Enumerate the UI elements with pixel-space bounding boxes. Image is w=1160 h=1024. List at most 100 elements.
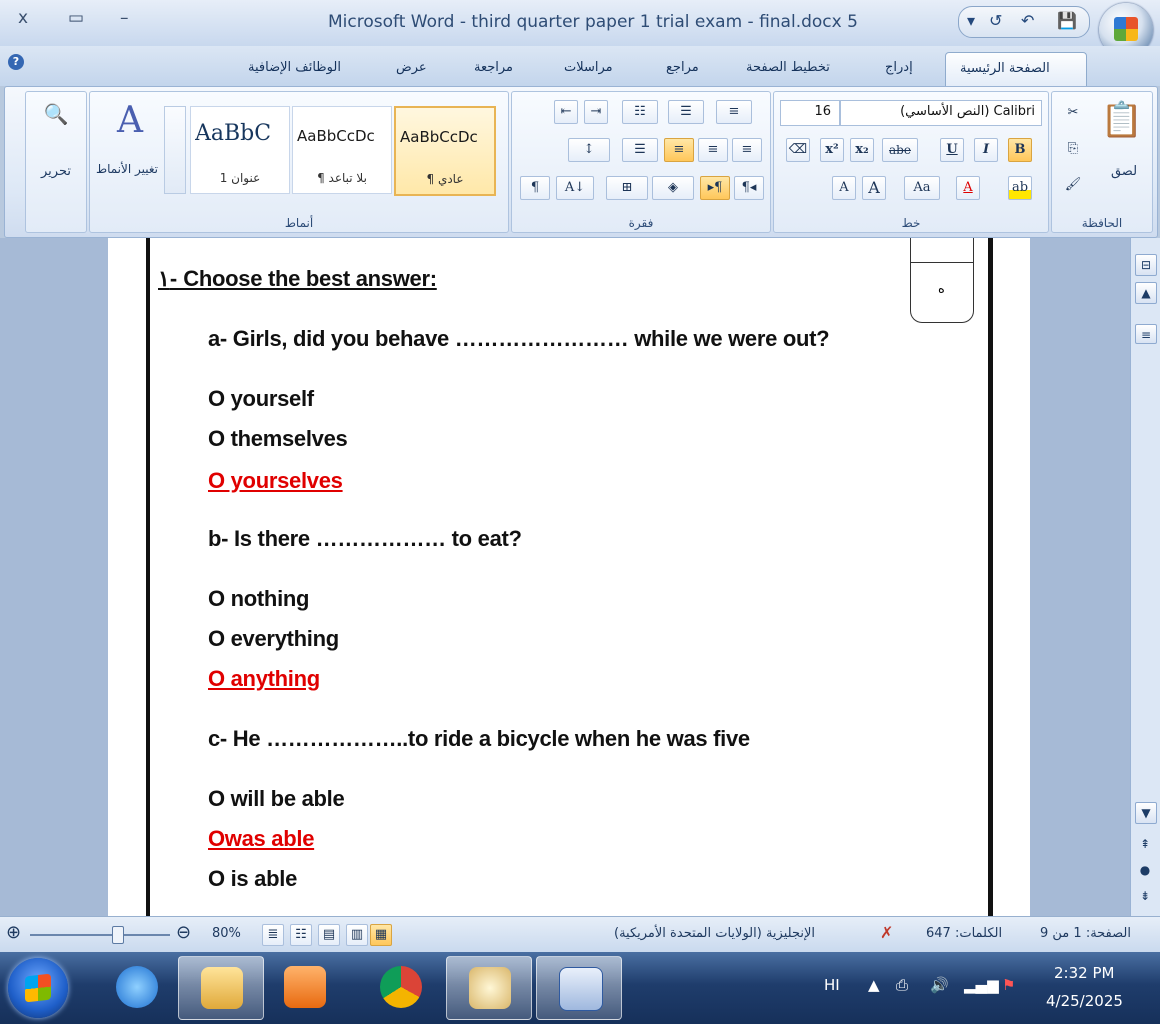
shading-icon[interactable]: ◈ bbox=[652, 176, 694, 200]
usb-icon[interactable]: ⎙ bbox=[896, 976, 908, 994]
line-spacing-icon[interactable]: ↕ bbox=[568, 138, 610, 162]
taskbar-paint[interactable] bbox=[446, 956, 532, 1020]
shrink-font-button[interactable]: A bbox=[832, 176, 856, 200]
styles-group-label: أنماط bbox=[284, 216, 314, 230]
undo-icon[interactable]: ↶ bbox=[1021, 11, 1034, 30]
vertical-scrollbar[interactable]: ⊟ ▲ ≡ ▼ ⇞ ● ⇟ bbox=[1130, 238, 1160, 916]
tab-references[interactable]: مراجع bbox=[666, 60, 699, 75]
taskbar-word[interactable] bbox=[536, 956, 622, 1020]
word-count[interactable]: الكلمات: 647 bbox=[926, 926, 1002, 941]
font-color-button[interactable]: A bbox=[956, 176, 980, 200]
clock-time[interactable]: 2:32 PM bbox=[1054, 964, 1114, 982]
multilevel-list-icon[interactable]: ☷ bbox=[622, 100, 658, 124]
tab-view[interactable]: عرض bbox=[396, 60, 427, 75]
taskbar-file-explorer[interactable] bbox=[178, 956, 264, 1020]
format-painter-icon[interactable]: 🖌 bbox=[1062, 174, 1084, 196]
tab-add-ins[interactable]: الوظائف الإضافية bbox=[248, 60, 341, 75]
font-name-select[interactable]: (النص الأساسي) Calibri bbox=[840, 100, 1042, 126]
zoom-out-icon[interactable]: ⊖ bbox=[176, 922, 191, 943]
paste-icon[interactable]: 📋 bbox=[1100, 100, 1144, 146]
window-title: Microsoft Word - third quarter paper 1 t… bbox=[328, 12, 858, 32]
next-page-icon[interactable]: ⇟ bbox=[1135, 886, 1155, 906]
print-layout-icon[interactable]: ▦ bbox=[370, 924, 392, 946]
styles-gallery-scroll[interactable] bbox=[164, 106, 186, 194]
justify-icon[interactable]: ☰ bbox=[622, 138, 658, 162]
proofing-icon[interactable]: ✗ bbox=[880, 923, 893, 942]
tab-insert[interactable]: إدراج bbox=[885, 60, 913, 75]
taskbar-internet-explorer[interactable] bbox=[94, 956, 178, 1018]
zoom-slider-thumb[interactable] bbox=[112, 926, 124, 944]
font-size-select[interactable]: 16 bbox=[780, 100, 840, 126]
align-center-icon[interactable]: ≡ bbox=[698, 138, 728, 162]
draft-view-icon[interactable]: ≣ bbox=[262, 924, 284, 946]
strikethrough-button[interactable]: abe bbox=[882, 138, 918, 162]
italic-button[interactable]: I bbox=[974, 138, 998, 162]
style-heading-1[interactable]: AaBbC عنوان 1 bbox=[190, 106, 290, 194]
page-number[interactable]: الصفحة: 1 من 9 bbox=[1040, 926, 1131, 941]
previous-page-icon[interactable]: ⇞ bbox=[1135, 834, 1155, 854]
clear-format-icon[interactable]: ⌫ bbox=[786, 138, 810, 162]
select-browse-object-icon[interactable]: ● bbox=[1135, 860, 1155, 880]
underline-button[interactable]: U bbox=[940, 138, 964, 162]
rtl-direction-icon[interactable]: ¶◂ bbox=[734, 176, 764, 200]
taskbar-chrome[interactable] bbox=[358, 956, 442, 1018]
scroll-thumb[interactable]: ≡ bbox=[1135, 324, 1157, 344]
zoom-in-icon[interactable]: ⊕ bbox=[6, 922, 21, 943]
grow-font-button[interactable]: A bbox=[862, 176, 886, 200]
paste-button[interactable]: لصق bbox=[1102, 164, 1146, 179]
action-center-icon[interactable]: ⚑ bbox=[1002, 976, 1015, 994]
decrease-indent-icon[interactable]: ⇤ bbox=[554, 100, 578, 124]
minimize-window-button[interactable]: – bbox=[120, 8, 129, 28]
scroll-up-icon[interactable]: ▲ bbox=[1135, 282, 1157, 304]
bullet-list-icon[interactable]: ≡ bbox=[716, 100, 752, 124]
ltr-direction-icon[interactable]: ▸¶ bbox=[700, 176, 730, 200]
change-case-button[interactable]: Aa bbox=[904, 176, 940, 200]
subscript-button[interactable]: x₂ bbox=[850, 138, 874, 162]
zoom-level[interactable]: 80% bbox=[212, 926, 241, 941]
find-icon[interactable]: 🔍 bbox=[40, 102, 72, 126]
increase-indent-icon[interactable]: ⇥ bbox=[584, 100, 608, 124]
help-icon[interactable]: ? bbox=[8, 54, 24, 70]
align-left-icon[interactable]: ≡ bbox=[664, 138, 694, 162]
borders-icon[interactable]: ⊞ bbox=[606, 176, 648, 200]
save-icon[interactable]: 💾 bbox=[1057, 11, 1077, 30]
input-language[interactable]: HI bbox=[824, 976, 840, 994]
network-icon[interactable]: ▂▄▆ bbox=[964, 976, 999, 994]
taskbar-media-player[interactable] bbox=[262, 956, 346, 1018]
numbered-list-icon[interactable]: ☰ bbox=[668, 100, 704, 124]
sort-icon[interactable]: A↓ bbox=[556, 176, 594, 200]
style-no-spacing[interactable]: AaBbCcDc ¶ بلا تباعد bbox=[292, 106, 392, 194]
reading-layout-icon[interactable]: ▥ bbox=[346, 924, 368, 946]
copy-icon[interactable]: ⎘ bbox=[1062, 138, 1084, 160]
superscript-button[interactable]: x² bbox=[820, 138, 844, 162]
change-styles-icon[interactable]: A bbox=[100, 100, 160, 141]
qat-more-icon[interactable]: ▾ bbox=[967, 11, 975, 30]
tab-home[interactable]: الصفحة الرئيسية bbox=[945, 52, 1087, 87]
scroll-down-icon[interactable]: ▼ bbox=[1135, 802, 1157, 824]
highlight-button[interactable]: ab bbox=[1008, 176, 1032, 200]
clock-date[interactable]: 4/25/2025 bbox=[1046, 992, 1123, 1010]
editing-button[interactable]: تحرير bbox=[28, 164, 84, 179]
restore-window-button[interactable]: ▭ bbox=[68, 8, 84, 28]
close-window-button[interactable]: x bbox=[18, 8, 28, 28]
change-styles-button[interactable]: تغيير الأنماط bbox=[94, 162, 160, 176]
tab-review[interactable]: مراجعة bbox=[474, 60, 513, 75]
align-right-icon[interactable]: ≡ bbox=[732, 138, 762, 162]
tab-mailings[interactable]: مراسلات bbox=[564, 60, 613, 75]
web-layout-icon[interactable]: ▤ bbox=[318, 924, 340, 946]
bold-button[interactable]: B bbox=[1008, 138, 1032, 162]
question-c-option-3: O is able bbox=[208, 866, 298, 891]
style-normal[interactable]: AaBbCcDc ¶ عادي bbox=[394, 106, 496, 196]
show-hidden-icons-icon[interactable]: ▲ bbox=[868, 976, 880, 994]
start-button[interactable] bbox=[8, 958, 68, 1018]
cut-icon[interactable]: ✂ bbox=[1062, 102, 1084, 124]
document-page[interactable]: ه ١- Choose the best answer: a- Girls, d… bbox=[108, 238, 1030, 916]
zoom-slider[interactable] bbox=[30, 934, 170, 936]
outline-view-icon[interactable]: ☷ bbox=[290, 924, 312, 946]
language-status[interactable]: الإنجليزية (الولايات المتحدة الأمريكية) bbox=[614, 926, 815, 941]
redo-icon[interactable]: ↺ bbox=[989, 11, 1002, 30]
ruler-toggle-icon[interactable]: ⊟ bbox=[1135, 254, 1157, 276]
show-marks-icon[interactable]: ¶ bbox=[520, 176, 550, 200]
volume-icon[interactable]: 🔊 bbox=[930, 976, 949, 994]
tab-page-layout[interactable]: تخطيط الصفحة bbox=[746, 60, 830, 75]
